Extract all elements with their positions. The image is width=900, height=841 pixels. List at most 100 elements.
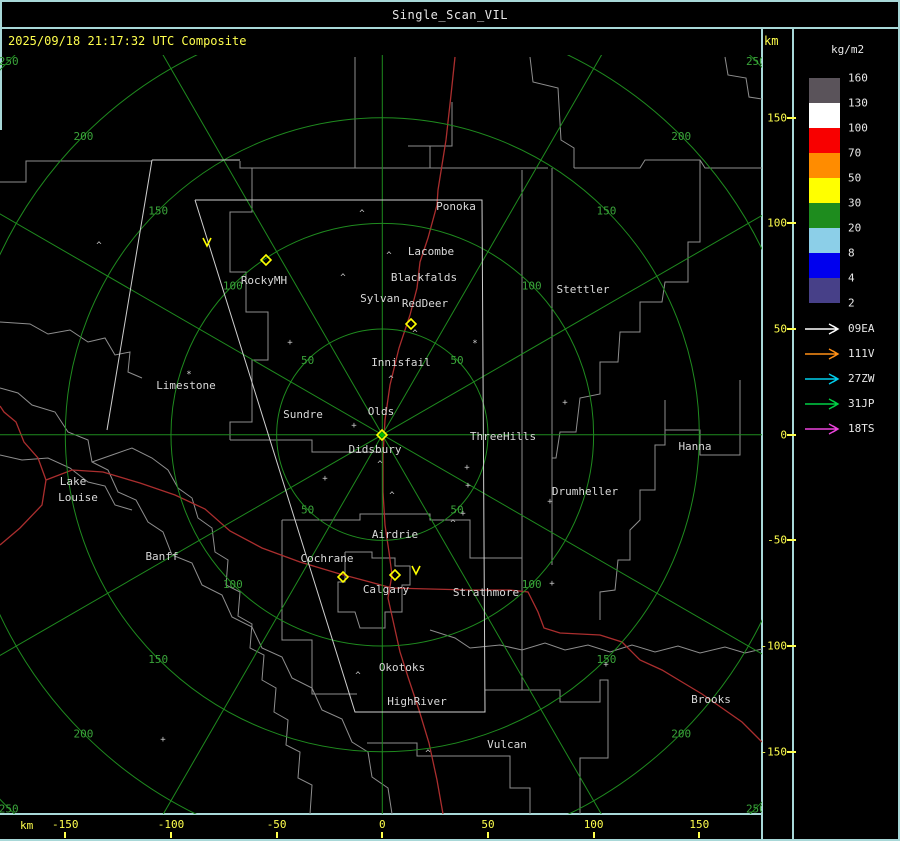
place-label: Sundre	[283, 408, 323, 421]
town-marker-glyph: +	[562, 398, 568, 408]
bottom-axis-tick-mark	[275, 832, 278, 838]
legend-scale-value: 8	[848, 246, 855, 260]
track-id-label: 111V	[848, 347, 875, 360]
legend-unit-label: kg/m2	[831, 43, 865, 56]
highway-line	[0, 405, 47, 481]
county-boundary-line	[367, 742, 531, 814]
track-arrow-glyph	[805, 348, 840, 360]
place-label: Brooks	[691, 693, 731, 706]
range-ring-label: 150	[148, 653, 168, 666]
legend-arrow-row: 18TS	[804, 423, 900, 435]
track-id-label: 27ZW	[848, 372, 875, 385]
right-axis-tick-label: -150	[760, 745, 788, 759]
place-label: Louise	[58, 491, 98, 504]
range-ring-label: 200	[73, 130, 93, 143]
town-marker-glyph: ^	[388, 375, 394, 385]
right-axis-unit: km	[764, 34, 779, 48]
place-label: Vulcan	[487, 738, 527, 751]
range-ring-label: 50	[301, 354, 314, 367]
county-boundary-line	[429, 629, 762, 654]
place-label: Blackfalds	[391, 271, 457, 284]
title-bar: Single_Scan_VIL	[0, 2, 900, 28]
town-marker-glyph: *	[472, 339, 477, 349]
range-ring-label: 100	[223, 279, 243, 292]
town-marker-glyph: +	[160, 735, 166, 745]
place-label: Sylvan	[360, 292, 400, 305]
radar-map-viewport[interactable]: 50 50 50 50 100 100 100 100 150 150 150 150 200 200 20…	[0, 55, 762, 814]
right-axis-tick-label: 50	[773, 322, 787, 336]
legend-scale-value: 70	[848, 146, 862, 160]
right-axis-tick-label: -50	[767, 533, 787, 547]
place-label: Calgary	[363, 583, 410, 596]
county-boundary-line	[229, 168, 269, 440]
azimuth-radial-line	[0, 213, 383, 436]
azimuth-radial-line	[162, 434, 383, 814]
range-ring-label: 50	[301, 503, 314, 516]
track-arrow-icon	[805, 423, 840, 435]
info-bar: 2025/09/18 21:17:32 UTC Composite	[0, 29, 790, 55]
bottom-axis-tick-label: 100	[583, 818, 604, 831]
track-arrow-glyph	[805, 373, 840, 385]
range-ring-label: 250	[0, 55, 19, 68]
right-axis: 150 100 50 0 -50 -100 -150	[760, 55, 796, 814]
track-arrow-glyph	[805, 423, 840, 435]
track-arrow-icon	[805, 323, 840, 335]
legend-scale-value: 50	[848, 171, 862, 185]
place-label: Okotoks	[379, 661, 425, 674]
right-axis-tick-label: -100	[760, 639, 788, 653]
right-axis-tick-label: 100	[767, 216, 787, 230]
county-boundary-line	[281, 520, 357, 695]
legend-scale-value: 160	[848, 71, 868, 85]
legend-swatch	[809, 178, 840, 203]
legend-arrow-row: 111V	[804, 348, 900, 360]
town-marker-glyph: ^	[340, 273, 346, 283]
town-marker-glyph: +	[460, 509, 466, 519]
radar-coverage-line	[106, 159, 153, 431]
bottom-axis-tick-mark	[381, 832, 384, 838]
legend-swatch	[809, 103, 840, 128]
county-boundary-line	[574, 159, 762, 169]
county-boundary-line	[522, 679, 609, 814]
place-label: Didsbury	[349, 443, 402, 456]
place-label: Drumheller	[552, 485, 619, 498]
range-ring-label: 200	[671, 728, 691, 741]
town-marker-glyph: ^	[96, 241, 102, 251]
town-marker-glyph: ^	[377, 460, 383, 470]
legend-scale-value: 20	[848, 221, 862, 235]
legend-swatch	[809, 78, 840, 103]
legend-panel: kg/m2 160 130 100 70 50 30 20 8 4 2 09EA 111V 27ZW 31…	[794, 29, 900, 841]
range-ring-label: 250	[746, 802, 762, 814]
right-axis-tick-label: 150	[767, 111, 787, 125]
place-label: Stettler	[557, 283, 610, 296]
place-label: HighRiver	[387, 695, 447, 708]
range-ring-label: 100	[522, 578, 542, 591]
place-label: Lacombe	[408, 245, 454, 258]
town-marker-glyph: +	[464, 463, 470, 473]
town-marker-glyph: +	[287, 338, 293, 348]
bottom-axis-tick-mark	[64, 832, 67, 838]
track-id-label: 18TS	[848, 422, 875, 435]
county-boundary-line	[599, 400, 666, 620]
track-arrow-glyph	[805, 398, 840, 410]
bottom-axis-tick-label: 0	[378, 818, 386, 831]
storm-chevron-marker	[411, 565, 421, 576]
range-ring-label: 50	[450, 354, 463, 367]
town-marker-glyph: ^	[355, 671, 361, 681]
legend-arrow-row: 31JP	[804, 398, 900, 410]
legend-arrow-row: 09EA	[804, 323, 900, 335]
range-ring-label: 150	[148, 205, 168, 218]
place-label: ThreeHills	[470, 430, 536, 443]
town-marker-glyph: +	[547, 497, 553, 507]
highway-line	[391, 587, 762, 743]
right-axis-tick-label: 0	[780, 428, 787, 442]
bottom-axis-unit: km	[20, 819, 34, 832]
town-marker-glyph: ^	[412, 329, 418, 339]
range-ring-label: 200	[671, 130, 691, 143]
place-label: Lake	[60, 475, 87, 488]
town-marker-glyph: ^	[450, 519, 456, 529]
county-boundary-line	[0, 160, 152, 183]
bottom-axis-tick-mark	[169, 832, 172, 838]
track-arrow-icon	[805, 348, 840, 360]
range-ring-label: 250	[746, 55, 762, 68]
bottom-axis-tick-label: -150	[52, 818, 79, 831]
